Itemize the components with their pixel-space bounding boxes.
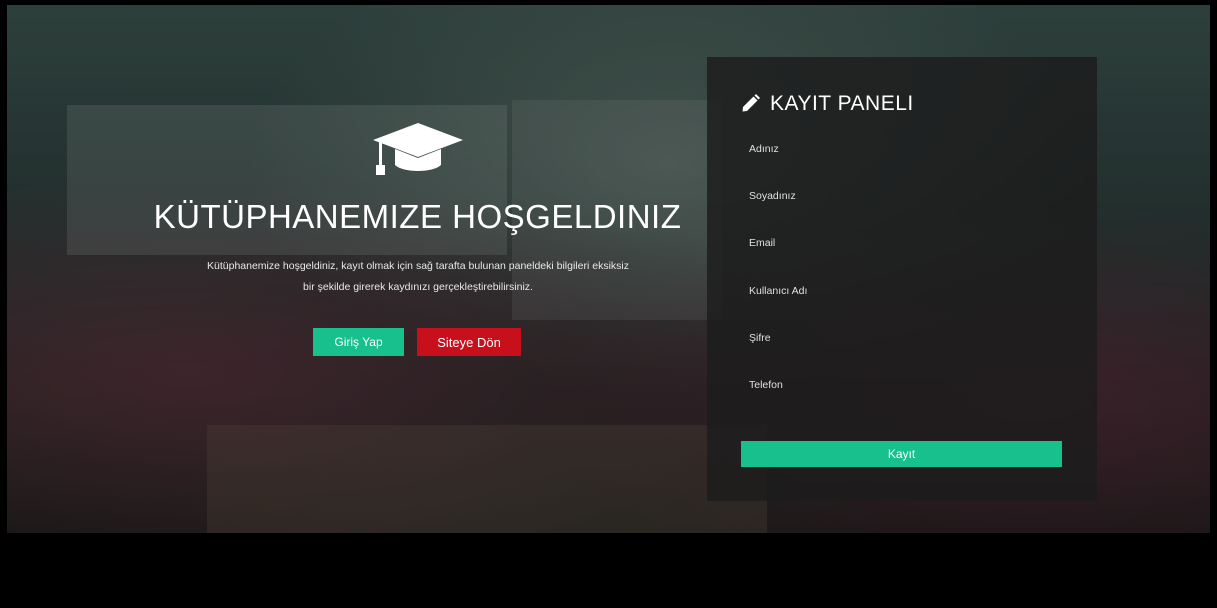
register-panel-title-text: KAYIT PANELI bbox=[770, 92, 914, 115]
register-panel-title: KAYIT PANELI bbox=[740, 92, 914, 116]
last-name-input[interactable] bbox=[749, 204, 1063, 226]
welcome-description-line1: Kütüphanemize hoşgeldiniz, kayıt olmak i… bbox=[207, 260, 629, 272]
phone-field: Telefon bbox=[749, 379, 1063, 415]
username-field: Kullanıcı Adı bbox=[749, 285, 1063, 321]
last-name-label: Soyadınız bbox=[749, 190, 796, 202]
username-label: Kullanıcı Adı bbox=[749, 285, 808, 297]
username-input[interactable] bbox=[749, 299, 1063, 321]
email-label: Email bbox=[749, 237, 776, 249]
last-name-field: Soyadınız bbox=[749, 190, 1063, 226]
register-button[interactable]: Kayıt bbox=[741, 441, 1062, 467]
email-input[interactable] bbox=[749, 251, 1063, 273]
graduation-cap-icon bbox=[373, 123, 463, 175]
welcome-title: KÜTÜPHANEMIZE HOŞGELDINIZ bbox=[153, 198, 682, 235]
password-input[interactable] bbox=[749, 346, 1063, 368]
welcome-description: Kütüphanemize hoşgeldiniz, kayıt olmak i… bbox=[168, 256, 668, 298]
back-to-site-button[interactable]: Siteye Dön bbox=[417, 328, 521, 356]
email-field: Email bbox=[749, 237, 1063, 273]
password-label: Şifre bbox=[749, 332, 771, 344]
pencil-icon bbox=[742, 94, 760, 112]
first-name-field: Adınız bbox=[749, 143, 1063, 179]
phone-input[interactable] bbox=[749, 393, 1063, 415]
welcome-description-line2: bir şekilde girerek kaydınızı gerçekleşt… bbox=[303, 281, 533, 293]
login-button[interactable]: Giriş Yap bbox=[313, 328, 404, 356]
register-panel: KAYIT PANELI Adınız Soyadınız Email Kull… bbox=[707, 57, 1097, 501]
first-name-input[interactable] bbox=[749, 157, 1063, 179]
first-name-label: Adınız bbox=[749, 143, 779, 155]
password-field: Şifre bbox=[749, 332, 1063, 368]
phone-label: Telefon bbox=[749, 379, 783, 391]
